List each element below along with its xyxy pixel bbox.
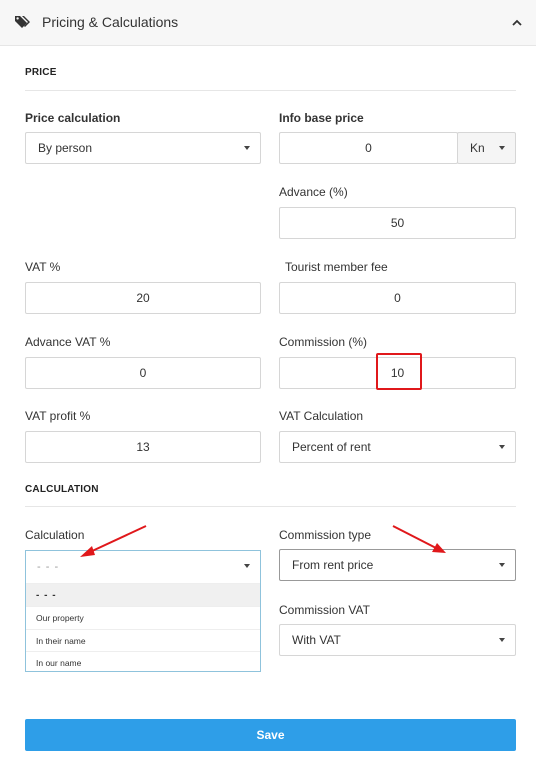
vat-profit-value: 13 (136, 440, 150, 454)
advance-vat-label: Advance VAT % (25, 335, 111, 349)
price-calculation-select[interactable]: By person (25, 132, 261, 164)
vat-calculation-value: Percent of rent (292, 440, 371, 454)
panel-title: Pricing & Calculations (42, 14, 179, 30)
calculation-divider (25, 506, 516, 507)
calculation-section-title: CALCULATION (25, 484, 99, 495)
calculation-value: - - - (37, 560, 60, 573)
price-divider (25, 90, 516, 91)
commission-vat-label: Commission VAT (279, 603, 370, 617)
calculation-label: Calculation (25, 528, 85, 542)
vat-value: 20 (136, 291, 150, 305)
commission-vat-value: With VAT (292, 633, 341, 647)
advance-vat-value: 0 (139, 366, 147, 380)
commission-type-select[interactable]: From rent price (279, 549, 516, 581)
tourist-member-fee-value: 0 (394, 291, 401, 305)
advance-input[interactable]: 50 (279, 207, 516, 239)
info-base-price-input[interactable]: 0 (279, 132, 458, 164)
panel-header[interactable]: Pricing & Calculations (0, 0, 536, 46)
calculation-option-none[interactable]: - - - (26, 583, 260, 606)
advance-label: Advance (%) (279, 185, 348, 199)
currency-select[interactable]: Kn (457, 132, 516, 164)
commission-vat-select[interactable]: With VAT (279, 624, 516, 656)
caret-down-icon (499, 638, 505, 642)
calculation-option-in-our-name[interactable]: In our name (26, 651, 260, 674)
caret-down-icon (499, 146, 505, 150)
calculation-option-our-property[interactable]: Our property (26, 606, 260, 629)
calculation-select[interactable]: - - - (26, 551, 260, 582)
commission-type-label: Commission type (279, 528, 372, 542)
tourist-member-fee-label: Tourist member fee (285, 260, 388, 274)
price-calculation-value: By person (38, 141, 93, 155)
caret-down-icon (244, 564, 250, 568)
caret-down-icon (244, 146, 250, 150)
tourist-member-fee-input[interactable]: 0 (279, 282, 516, 314)
caret-down-icon (499, 563, 505, 567)
commission-type-value: From rent price (292, 558, 374, 572)
vat-calculation-select[interactable]: Percent of rent (279, 431, 516, 463)
vat-profit-input[interactable]: 13 (25, 431, 261, 463)
chevron-up-icon[interactable] (509, 14, 525, 30)
info-base-price-value: 0 (365, 141, 372, 155)
price-section-title: PRICE (25, 67, 57, 78)
currency-value: Kn (470, 141, 485, 155)
tag-icon (14, 14, 32, 30)
vat-input[interactable]: 20 (25, 282, 261, 314)
save-button[interactable]: Save (25, 719, 516, 751)
calculation-dropdown[interactable]: - - - - - - Our property In their name I… (25, 550, 261, 672)
commission-highlight-box (376, 353, 422, 390)
commission-label: Commission (%) (279, 335, 368, 349)
vat-profit-label: VAT profit % (25, 409, 91, 423)
price-calculation-label: Price calculation (25, 111, 121, 125)
calculation-option-in-their-name[interactable]: In their name (26, 629, 260, 652)
caret-down-icon (499, 445, 505, 449)
info-base-price-label: Info base price (279, 111, 364, 125)
advance-value: 50 (390, 216, 405, 230)
vat-calculation-label: VAT Calculation (279, 409, 364, 423)
vat-label: VAT % (25, 260, 61, 274)
advance-vat-input[interactable]: 0 (25, 357, 261, 389)
